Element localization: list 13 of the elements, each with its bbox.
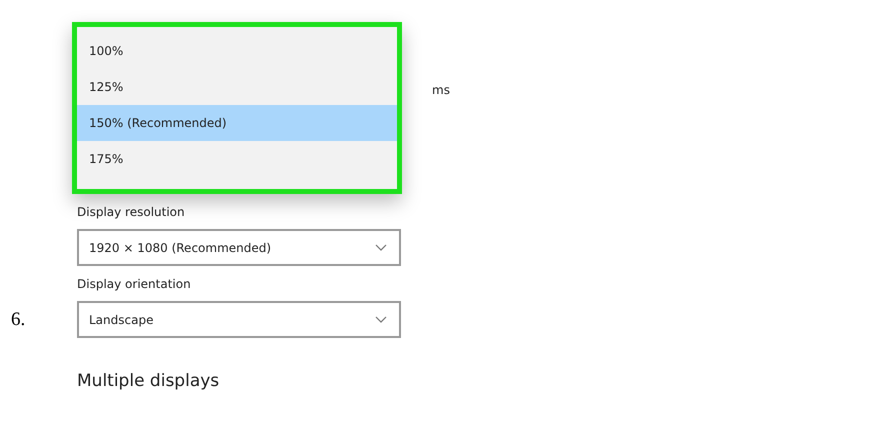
section-heading: Multiple displays: [77, 371, 220, 391]
menu-option[interactable]: 150% (Recommended): [77, 105, 397, 141]
menu-option[interactable]: 175%: [77, 141, 397, 177]
field-label: Display orientation: [77, 276, 191, 293]
covered-text: ms: [432, 83, 450, 97]
dropdown-field[interactable]: 1920 × 1080 (Recommended): [77, 229, 401, 266]
chevron-icon: [375, 244, 387, 251]
step-number: 6.: [11, 308, 26, 330]
chevron-icon: [375, 316, 387, 323]
field-label: Display resolution: [77, 204, 185, 221]
dropdown-field[interactable]: Landscape: [77, 301, 401, 338]
menu-option[interactable]: 125%: [77, 69, 397, 105]
menu-option[interactable]: 100%: [77, 33, 397, 69]
